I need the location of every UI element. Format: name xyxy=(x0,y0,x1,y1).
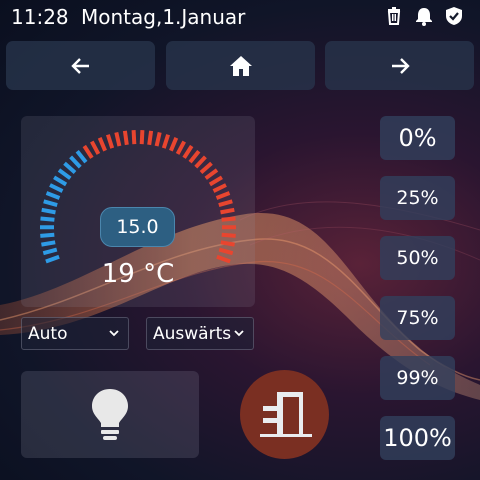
gauge-tick xyxy=(122,130,129,146)
home-button[interactable] xyxy=(166,41,315,90)
gauge-tick xyxy=(154,131,162,147)
gauge-tick xyxy=(63,161,77,174)
position-button-100[interactable]: 100% xyxy=(380,416,455,460)
gauge-tick xyxy=(40,232,55,238)
position-button-99[interactable]: 99% xyxy=(380,356,455,400)
gauge-tick xyxy=(40,216,55,222)
gauge-tick xyxy=(42,247,58,256)
gauge-tick xyxy=(220,207,235,215)
mode-dropdown-value: Auto xyxy=(28,323,68,344)
gauge-tick xyxy=(216,254,231,264)
status-bar: 11:28 Montag,1.Januar xyxy=(0,0,480,34)
position-label: 100% xyxy=(383,424,452,452)
gauge-tick xyxy=(41,207,56,215)
gauge-tick xyxy=(114,131,122,147)
trash-icon[interactable] xyxy=(384,6,404,26)
gauge-tick xyxy=(194,155,207,169)
door-open-icon xyxy=(260,392,312,437)
gauge-tick xyxy=(175,140,186,155)
arrow-right-icon xyxy=(391,57,410,74)
position-label: 25% xyxy=(396,187,439,209)
gauge-tick xyxy=(90,140,101,155)
clock: 11:28 xyxy=(11,5,69,29)
home-icon xyxy=(229,55,252,76)
gauge-tick xyxy=(221,232,236,238)
forward-button[interactable] xyxy=(325,41,474,90)
current-temperature: 19 °C xyxy=(101,259,175,289)
gauge-tick xyxy=(105,134,115,149)
mode-dropdown[interactable]: Auto xyxy=(21,317,129,350)
back-button[interactable] xyxy=(6,41,155,90)
gauge-tick xyxy=(131,130,137,145)
gauge-tick xyxy=(208,175,223,187)
gauge-tick xyxy=(188,149,201,164)
position-button-25[interactable]: 25% xyxy=(380,176,455,220)
gauge-tick xyxy=(139,130,145,145)
chevron-down-icon xyxy=(234,330,244,337)
gauge-tick xyxy=(69,155,82,169)
gauge-tick xyxy=(212,183,227,193)
gauge-tick xyxy=(49,183,64,193)
gauge-tick xyxy=(57,168,72,180)
lightbulb-icon xyxy=(92,389,128,440)
position-label: 0% xyxy=(398,124,437,152)
gauge-tick xyxy=(45,254,60,264)
date-label: Montag,1.Januar xyxy=(81,5,246,29)
gauge-tick xyxy=(97,137,107,152)
bell-icon[interactable] xyxy=(414,6,434,26)
gauge-tick xyxy=(182,144,194,159)
preset-dropdown-value: Auswärts xyxy=(153,323,232,344)
chevron-down-icon xyxy=(109,330,119,337)
preset-dropdown[interactable]: Auswärts xyxy=(146,317,254,350)
gauge-tick xyxy=(218,199,233,208)
gauge-tick xyxy=(161,134,171,149)
shield-check-icon[interactable] xyxy=(444,6,464,26)
position-label: 75% xyxy=(396,307,439,329)
gauge-tick xyxy=(169,137,179,152)
position-button-50[interactable]: 50% xyxy=(380,236,455,280)
gauge-tick xyxy=(199,161,213,174)
gauge-tick xyxy=(41,240,56,247)
gauge-tick xyxy=(82,144,94,159)
gauge-tick xyxy=(215,191,231,200)
gauge-tick xyxy=(220,240,235,247)
setpoint-value[interactable]: 15.0 xyxy=(100,207,175,247)
gauge-tick xyxy=(204,168,219,180)
gauge-tick xyxy=(53,175,68,187)
gauge-tick xyxy=(218,247,234,256)
gauge-tick xyxy=(221,216,236,222)
gauge-tick xyxy=(75,149,88,164)
gauge-tick xyxy=(43,199,58,208)
position-button-0[interactable]: 0% xyxy=(380,116,455,160)
position-label: 50% xyxy=(396,247,439,269)
gauge-tick xyxy=(147,130,154,146)
position-button-75[interactable]: 75% xyxy=(380,296,455,340)
gauge-tick xyxy=(45,191,61,200)
position-label: 99% xyxy=(396,367,439,389)
arrow-left-icon xyxy=(70,57,89,74)
